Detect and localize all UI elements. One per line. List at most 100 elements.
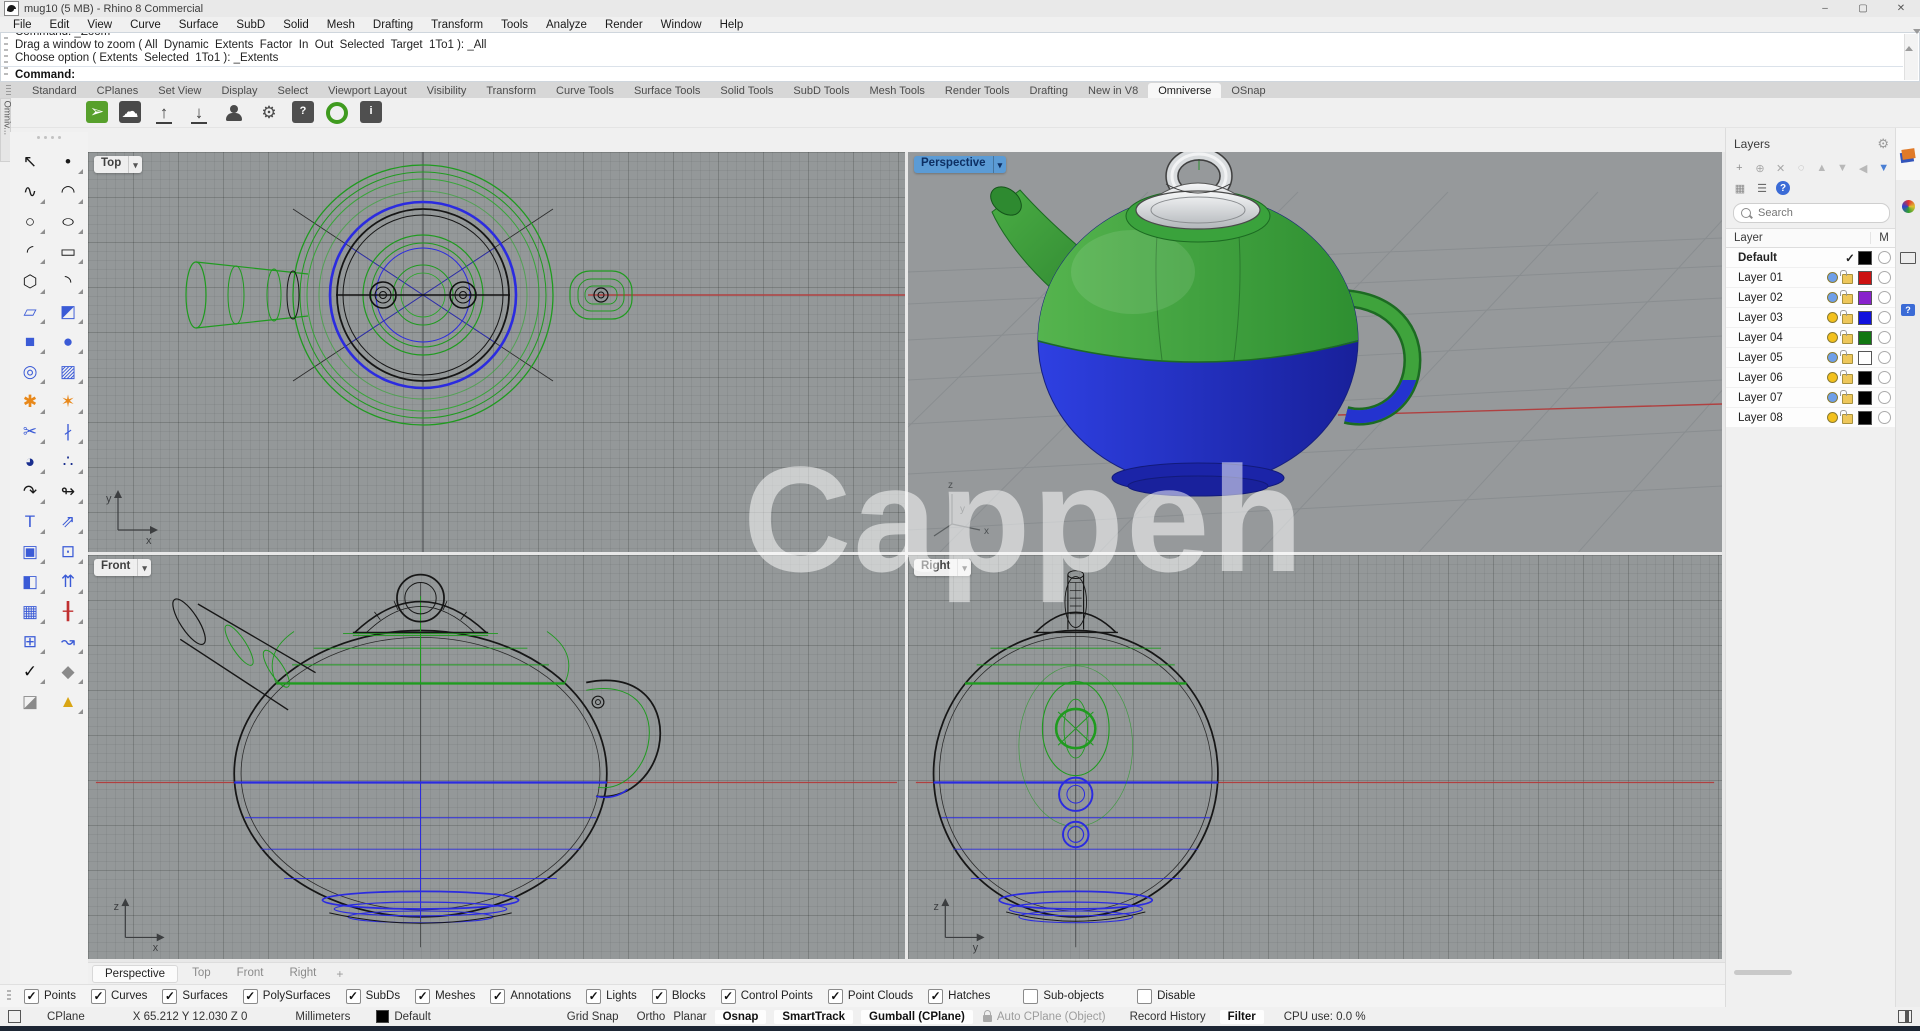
filter-checkbox-item[interactable]: ✓ Annotations [490, 989, 571, 1004]
menu-item[interactable]: Analyze [537, 19, 596, 31]
layer-row[interactable]: Layer 02 [1726, 288, 1897, 308]
perspective-viewport[interactable]: z x y Perspective ▾ [908, 152, 1722, 552]
orient-tool[interactable]: ⊡ [51, 536, 85, 566]
layer-name-column-header[interactable]: Layer [1734, 232, 1870, 244]
move-left-layer-icon[interactable]: ◀ [1856, 160, 1871, 176]
layer-color-swatch[interactable] [1858, 271, 1872, 285]
menu-item[interactable]: Window [652, 19, 711, 31]
insert-down-icon[interactable]: ↓ [187, 101, 211, 125]
toolbar-tab[interactable]: CPlanes [87, 83, 149, 98]
layer-lock-icon[interactable] [1842, 394, 1853, 404]
checkbox[interactable]: ✓ [721, 989, 736, 1004]
filter-checkbox-item[interactable]: ✓ Point Clouds [828, 989, 913, 1004]
revolve-tool[interactable]: ◎ [13, 356, 47, 386]
layer-color-swatch[interactable] [1858, 391, 1872, 405]
scroll-up-icon[interactable] [1905, 34, 1913, 51]
toolbar-tab[interactable]: Display [211, 83, 267, 98]
single-point-tool[interactable]: • [51, 146, 85, 176]
layer-lock-icon[interactable] [1842, 414, 1853, 424]
status-item[interactable]: Default [376, 1010, 430, 1023]
status-item[interactable]: Filter [1220, 1010, 1264, 1024]
interpolate-curve-tool[interactable]: ◠ [51, 176, 85, 206]
layer-lock-icon[interactable] [1842, 294, 1853, 304]
material-column-header[interactable]: M [1870, 232, 1897, 244]
status-item[interactable]: Record History [1130, 1011, 1206, 1023]
toolbar-tab[interactable]: Solid Tools [710, 83, 783, 98]
duplicate-layer-icon[interactable]: ◌ [1794, 160, 1809, 176]
move-up-layer-icon[interactable]: ▲ [1815, 160, 1830, 176]
layer-lock-icon[interactable] [1842, 374, 1853, 384]
layer-color-swatch[interactable] [1858, 251, 1872, 265]
layer-row[interactable]: Default ✓ [1726, 248, 1897, 268]
layer-lock-icon[interactable] [1842, 274, 1853, 284]
toolbar-tab[interactable]: Render Tools [935, 83, 1020, 98]
right-viewport[interactable]: z y Right ▾ [908, 555, 1722, 959]
menu-item[interactable]: View [78, 19, 121, 31]
flow-along-curve-tool[interactable]: ↝ [51, 626, 85, 656]
layer-search-box[interactable] [1733, 203, 1890, 223]
toolbar-tab[interactable]: Omniverse [1148, 83, 1221, 98]
connection-status-icon[interactable] [325, 101, 349, 125]
front-viewport[interactable]: z x Front ▾ [88, 555, 905, 959]
checkbox[interactable]: ✓ [1023, 989, 1038, 1004]
checkbox[interactable]: ✓ [24, 989, 39, 1004]
menu-item[interactable]: Tools [492, 19, 537, 31]
layers-horizontal-scrollbar[interactable] [1734, 970, 1792, 975]
viewport-tab[interactable]: Perspective [92, 965, 178, 983]
filter-checkbox-item[interactable]: ✓ Blocks [652, 989, 706, 1004]
toolbar-tab[interactable]: Drafting [1020, 83, 1079, 98]
perspective-viewport-label[interactable]: Perspective ▾ [914, 156, 1006, 173]
filter-checkbox-item[interactable]: ✓ Surfaces [162, 989, 227, 1004]
filter-checkbox-item[interactable]: ✓ Lights [586, 989, 637, 1004]
layer-row[interactable]: Layer 08 [1726, 408, 1897, 428]
extend-curve-tool[interactable]: ↬ [51, 476, 85, 506]
menu-item[interactable]: Solid [274, 19, 318, 31]
toolbar-tab[interactable]: Surface Tools [624, 83, 710, 98]
checkbox[interactable]: ✓ [828, 989, 843, 1004]
checkbox[interactable]: ✓ [1137, 989, 1152, 1004]
adjust-curve-tool[interactable]: ↷ [13, 476, 47, 506]
toolbar-tab[interactable]: Select [268, 83, 319, 98]
status-item[interactable]: Auto CPlane (Object) [983, 1011, 1106, 1023]
status-cplane-icon[interactable] [8, 1010, 21, 1023]
status-item[interactable]: Millimeters [295, 1011, 350, 1023]
filter-checkbox-item[interactable]: ✓ PolySurfaces [243, 989, 331, 1004]
split-tool[interactable]: ∤ [51, 416, 85, 446]
layer-row[interactable]: Layer 04 [1726, 328, 1897, 348]
status-item[interactable]: Ortho [637, 1011, 666, 1023]
status-item[interactable]: Planar [673, 1011, 706, 1023]
omniverse-connect-icon[interactable]: ➢ [86, 101, 108, 123]
drape-tool[interactable]: ◆ [51, 656, 85, 686]
add-viewport-icon[interactable]: + [330, 967, 349, 981]
new-layer-icon[interactable]: + [1732, 160, 1747, 176]
checkbox[interactable]: ✓ [652, 989, 667, 1004]
filter-bar-grip[interactable] [7, 990, 11, 1002]
right-viewport-label[interactable]: Right ▾ [914, 559, 971, 576]
settings-gear-icon[interactable]: ⚙ [257, 101, 281, 125]
panel-toggle-icon[interactable] [1898, 1010, 1912, 1023]
top-viewport[interactable]: y x Top ▾ [88, 152, 905, 552]
toolbar-tab[interactable]: Mesh Tools [859, 83, 934, 98]
layer-visibility-bulb-icon[interactable] [1827, 392, 1838, 403]
status-item[interactable]: CPU use: 0.0 % [1284, 1011, 1366, 1023]
box-tool[interactable]: ■ [13, 326, 47, 356]
toolbar-grip[interactable] [6, 85, 11, 95]
viewport-menu-arrow-icon[interactable]: ▾ [957, 559, 971, 576]
menu-item[interactable]: Drafting [364, 19, 422, 31]
front-viewport-label[interactable]: Front ▾ [94, 559, 151, 576]
checkbox[interactable]: ✓ [346, 989, 361, 1004]
save-cloud-icon[interactable]: ☁ [119, 101, 141, 123]
toolbar-tab[interactable]: Viewport Layout [318, 83, 417, 98]
layer-visibility-bulb-icon[interactable] [1827, 272, 1838, 283]
extrude-tool[interactable]: ⇈ [51, 566, 85, 596]
filter-layers-icon[interactable]: ▼ [1876, 160, 1891, 176]
maximize-button[interactable]: ▢ [1844, 0, 1882, 17]
check-selection-tool[interactable]: ✓ [13, 656, 47, 686]
status-item[interactable]: CPlane [47, 1011, 85, 1023]
control-point-curve-tool[interactable]: ∿ [13, 176, 47, 206]
toolbar-tab[interactable]: Visibility [417, 83, 477, 98]
layer-color-swatch[interactable] [1858, 411, 1872, 425]
toolbar-tab[interactable]: Transform [476, 83, 546, 98]
layer-material-icon[interactable] [1878, 271, 1891, 284]
layer-material-icon[interactable] [1878, 311, 1891, 324]
